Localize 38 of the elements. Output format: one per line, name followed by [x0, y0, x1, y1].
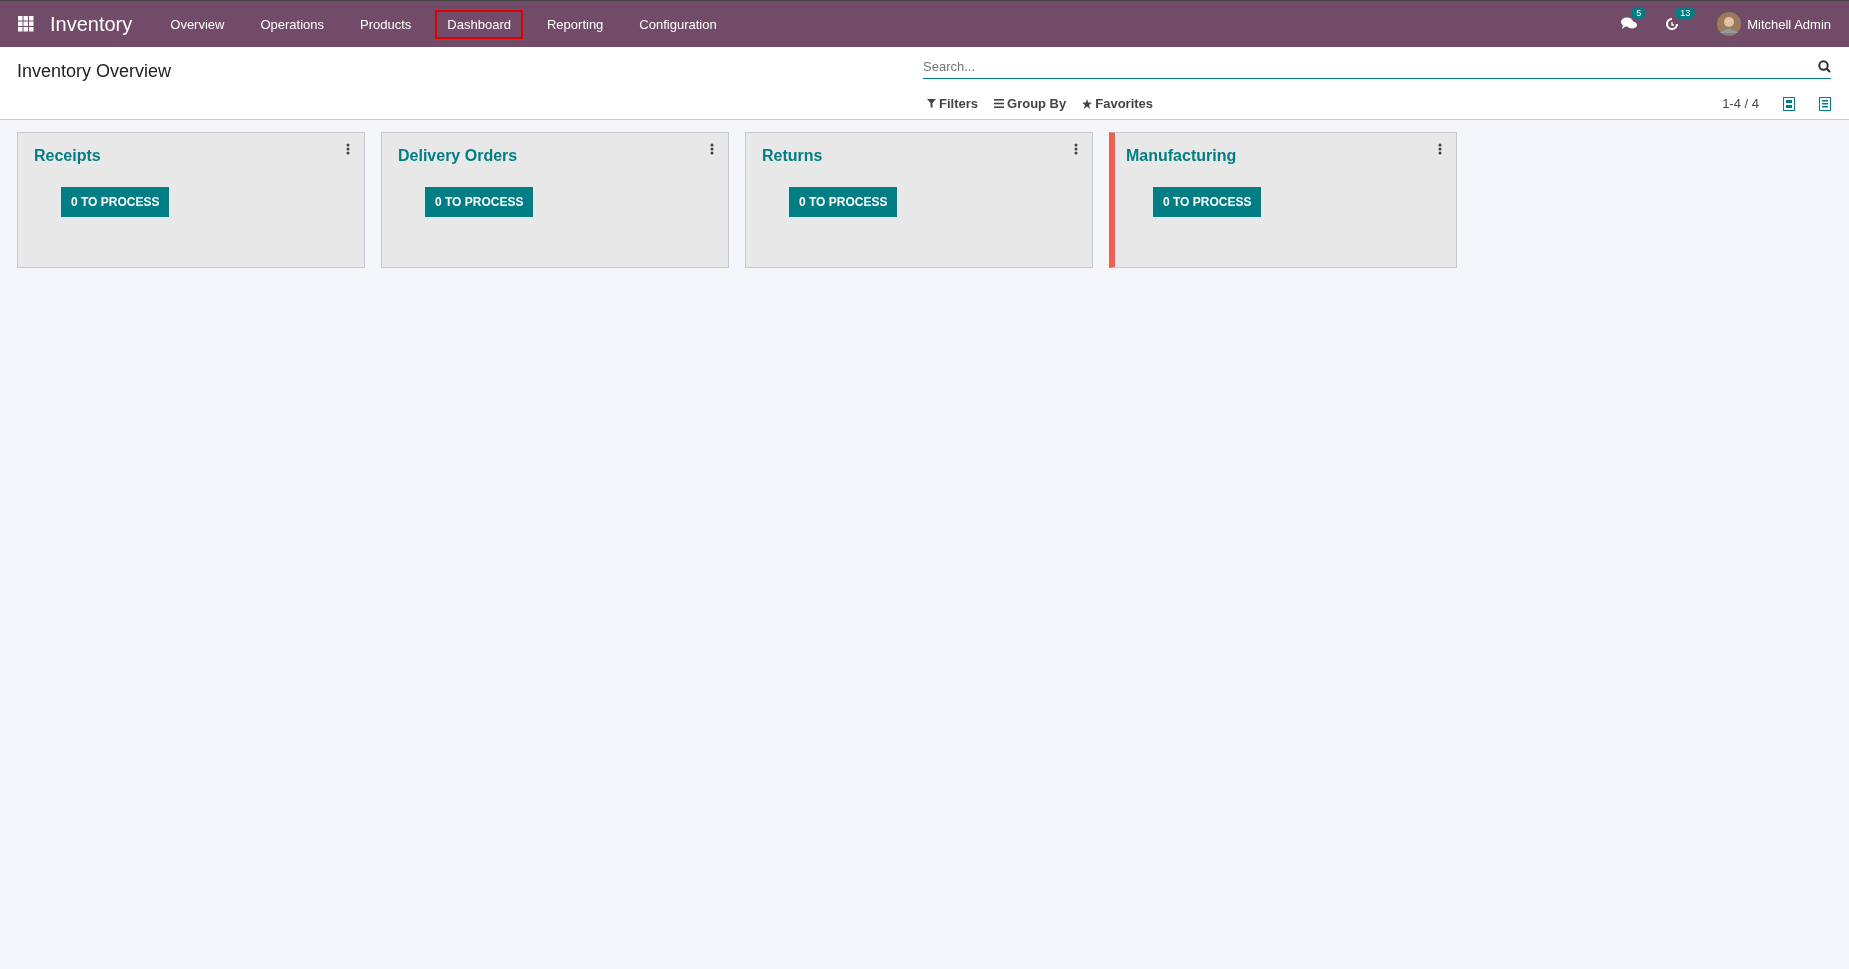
search-field[interactable]: Search...: [923, 55, 1818, 78]
more-options-icon[interactable]: [346, 143, 350, 155]
card-title[interactable]: Manufacturing: [1126, 147, 1237, 165]
pager-value[interactable]: 1-4 / 4: [1722, 96, 1759, 111]
menu-item[interactable]: Overview: [158, 9, 237, 39]
menu-item[interactable]: Reporting: [534, 9, 616, 39]
funnel-icon: [927, 99, 936, 108]
to-process-button[interactable]: 0 TO PROCESS: [789, 187, 898, 217]
more-options-icon[interactable]: [710, 143, 714, 155]
more-options-icon[interactable]: [1438, 143, 1442, 155]
avatar-icon[interactable]: [1717, 12, 1742, 36]
list-view-icon[interactable]: [1819, 96, 1831, 111]
to-process-button[interactable]: 0 TO PROCESS: [425, 187, 534, 217]
filter-menu-button[interactable]: Filters: [925, 94, 980, 113]
card-title[interactable]: Delivery Orders: [398, 147, 518, 165]
card-title[interactable]: Receipts: [34, 147, 101, 165]
page-title: Inventory Overview: [17, 61, 172, 82]
clock-icon[interactable]: [1665, 17, 1680, 31]
apps-menu-icon[interactable]: [18, 16, 34, 32]
bars-icon: [994, 99, 1004, 108]
menu-item[interactable]: Configuration: [627, 9, 729, 39]
kanban-view-icon[interactable]: [1783, 96, 1795, 111]
to-process-button[interactable]: 0 TO PROCESS: [1153, 187, 1262, 217]
filter-menu-button[interactable]: Favorites: [1080, 94, 1156, 113]
menu-item[interactable]: Products: [348, 9, 424, 39]
search-icon[interactable]: [1818, 60, 1831, 73]
user-name[interactable]: Mitchell Admin: [1747, 16, 1831, 32]
chat-icon[interactable]: [1621, 17, 1638, 31]
card-title[interactable]: Returns: [762, 147, 823, 165]
filter-menu-button[interactable]: Group By: [992, 94, 1069, 113]
notification-badge: 5: [1631, 7, 1647, 19]
notification-badge: 13: [1675, 7, 1696, 19]
star-icon: [1082, 98, 1093, 109]
app-name[interactable]: Inventory: [50, 12, 133, 36]
menu-item[interactable]: Dashboard: [435, 9, 523, 39]
menu-item[interactable]: Operations: [248, 9, 337, 39]
to-process-button[interactable]: 0 TO PROCESS: [61, 187, 170, 217]
more-options-icon[interactable]: [1074, 143, 1078, 155]
